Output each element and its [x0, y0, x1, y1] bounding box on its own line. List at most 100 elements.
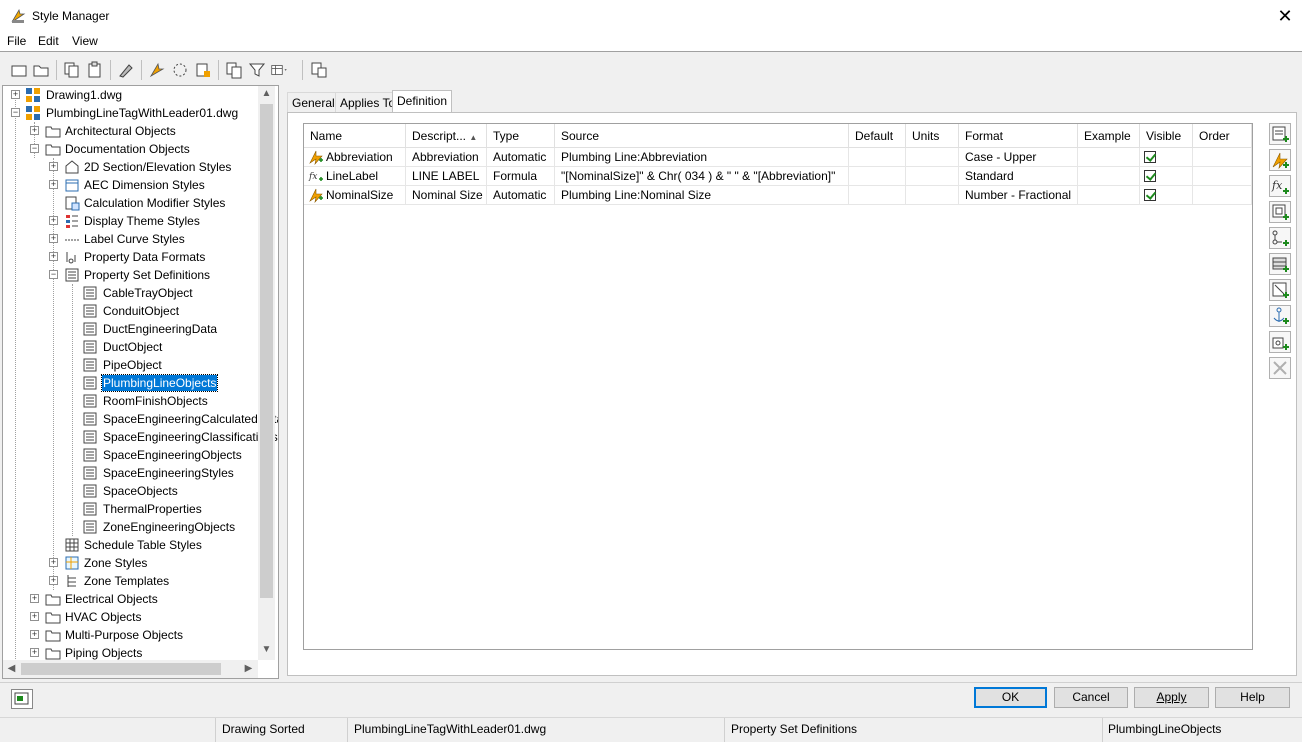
open-drawing-icon[interactable]	[32, 61, 50, 79]
expand-icon[interactable]: +	[49, 252, 58, 261]
cell-visible[interactable]	[1140, 167, 1193, 186]
close-button[interactable]: ✕	[1272, 4, 1298, 28]
expand-icon[interactable]: +	[49, 576, 58, 585]
column-header-default[interactable]: Default	[849, 124, 906, 148]
ok-button[interactable]: OK	[974, 687, 1047, 708]
cell-order[interactable]	[1193, 186, 1252, 205]
expand-icon[interactable]: +	[49, 162, 58, 171]
cell-description[interactable]: Nominal Size	[406, 186, 487, 205]
edit-style-icon[interactable]	[194, 61, 212, 79]
new-drawing-icon[interactable]	[10, 61, 28, 79]
add-material-property-button[interactable]	[1269, 253, 1291, 275]
cell-example[interactable]	[1078, 167, 1140, 186]
visible-checkbox[interactable]	[1144, 170, 1156, 182]
cell-description[interactable]: LINE LABEL	[406, 167, 487, 186]
expand-icon[interactable]: +	[49, 234, 58, 243]
column-header-example[interactable]: Example	[1078, 124, 1140, 148]
expand-icon[interactable]: +	[49, 558, 58, 567]
style-tree[interactable]: + Drawing1.dwg − PlumbingLineTagWithLead…	[2, 85, 279, 679]
toggle-view-icon[interactable]	[310, 61, 328, 79]
cell-order[interactable]	[1193, 148, 1252, 167]
column-header-format[interactable]: Format	[959, 124, 1078, 148]
add-automatic-property-button[interactable]	[1269, 149, 1291, 171]
cancel-button[interactable]: Cancel	[1054, 687, 1128, 708]
expand-icon[interactable]: +	[49, 216, 58, 225]
expand-icon[interactable]: +	[30, 648, 39, 657]
menu-file[interactable]: File	[7, 34, 26, 48]
help-button[interactable]: Help	[1215, 687, 1290, 708]
cell-format[interactable]: Standard	[959, 167, 1078, 186]
view-options-icon[interactable]	[271, 61, 289, 79]
add-reference-property-button[interactable]	[1269, 331, 1291, 353]
toggle-view-button[interactable]	[11, 689, 33, 709]
collapse-icon[interactable]: −	[30, 144, 39, 153]
filter-icon[interactable]	[248, 61, 266, 79]
cell-source[interactable]: "[NominalSize]" & Chr( 034 ) & " " & "[A…	[555, 167, 849, 186]
tab-definition[interactable]: Definition	[392, 90, 453, 113]
scroll-down-icon[interactable]: ▼	[258, 644, 275, 655]
column-header-description[interactable]: Descript... ▲	[406, 124, 487, 148]
scroll-right-icon[interactable]: ▶	[240, 663, 257, 674]
remove-property-button[interactable]	[1269, 357, 1291, 379]
tree-vertical-scrollbar[interactable]: ▲ ▼	[258, 86, 275, 660]
property-definition-grid[interactable]: Name Descript... ▲ Type Source Default U…	[303, 123, 1253, 650]
cell-type[interactable]: Automatic	[487, 148, 555, 167]
cell-type[interactable]: Formula	[487, 167, 555, 186]
cell-order[interactable]	[1193, 167, 1252, 186]
menu-edit[interactable]: Edit	[38, 34, 59, 48]
cell-default[interactable]	[849, 167, 906, 186]
cell-units[interactable]	[906, 186, 959, 205]
add-classification-property-button[interactable]	[1269, 227, 1291, 249]
cell-format[interactable]: Case - Upper	[959, 148, 1078, 167]
menu-view[interactable]: View	[72, 34, 98, 48]
column-header-order[interactable]: Order	[1193, 124, 1252, 148]
new-style-icon[interactable]	[148, 61, 166, 79]
visible-checkbox[interactable]	[1144, 151, 1156, 163]
cell-default[interactable]	[849, 186, 906, 205]
set-from-icon[interactable]	[171, 61, 189, 79]
expand-icon[interactable]: +	[30, 630, 39, 639]
cell-type[interactable]: Automatic	[487, 186, 555, 205]
tab-general[interactable]: General	[287, 92, 340, 112]
column-header-visible[interactable]: Visible	[1140, 124, 1193, 148]
expand-icon[interactable]: +	[30, 612, 39, 621]
collapse-icon[interactable]: −	[11, 108, 20, 117]
add-formula-property-button[interactable]: fx	[1269, 175, 1291, 197]
sort-icon[interactable]	[225, 61, 243, 79]
expand-icon[interactable]: +	[11, 90, 20, 99]
expand-icon[interactable]: +	[30, 126, 39, 135]
add-property-button[interactable]	[1269, 123, 1291, 145]
cell-units[interactable]	[906, 167, 959, 186]
column-header-type[interactable]: Type	[487, 124, 555, 148]
purge-icon[interactable]	[117, 61, 135, 79]
cell-source[interactable]: Plumbing Line:Abbreviation	[555, 148, 849, 167]
collapse-icon[interactable]: −	[49, 270, 58, 279]
apply-button[interactable]: Apply	[1134, 687, 1209, 708]
column-header-units[interactable]: Units	[906, 124, 959, 148]
copy-icon[interactable]	[62, 61, 80, 79]
add-anchor-property-button[interactable]	[1269, 305, 1291, 327]
cell-visible[interactable]	[1140, 148, 1193, 167]
visible-checkbox[interactable]	[1144, 189, 1156, 201]
cell-description[interactable]: Abbreviation	[406, 148, 487, 167]
cell-units[interactable]	[906, 148, 959, 167]
add-location-property-button[interactable]	[1269, 201, 1291, 223]
scroll-up-icon[interactable]: ▲	[258, 88, 275, 99]
cell-source[interactable]: Plumbing Line:Nominal Size	[555, 186, 849, 205]
expand-icon[interactable]: +	[30, 594, 39, 603]
scrollbar-thumb[interactable]	[21, 663, 221, 675]
tree-horizontal-scrollbar[interactable]: ◀ ▶	[3, 660, 258, 678]
tab-applies-to[interactable]: Applies To	[335, 92, 401, 112]
cell-example[interactable]	[1078, 148, 1140, 167]
cell-visible[interactable]	[1140, 186, 1193, 205]
cell-format[interactable]: Number - Fractional	[959, 186, 1078, 205]
add-graphic-property-button[interactable]	[1269, 279, 1291, 301]
cell-example[interactable]	[1078, 186, 1140, 205]
scroll-left-icon[interactable]: ◀	[3, 663, 20, 674]
column-header-source[interactable]: Source	[555, 124, 849, 148]
expand-icon[interactable]: +	[49, 180, 58, 189]
column-header-name[interactable]: Name	[304, 124, 406, 148]
scrollbar-thumb[interactable]	[260, 104, 273, 598]
cell-default[interactable]	[849, 148, 906, 167]
paste-icon[interactable]	[86, 61, 104, 79]
